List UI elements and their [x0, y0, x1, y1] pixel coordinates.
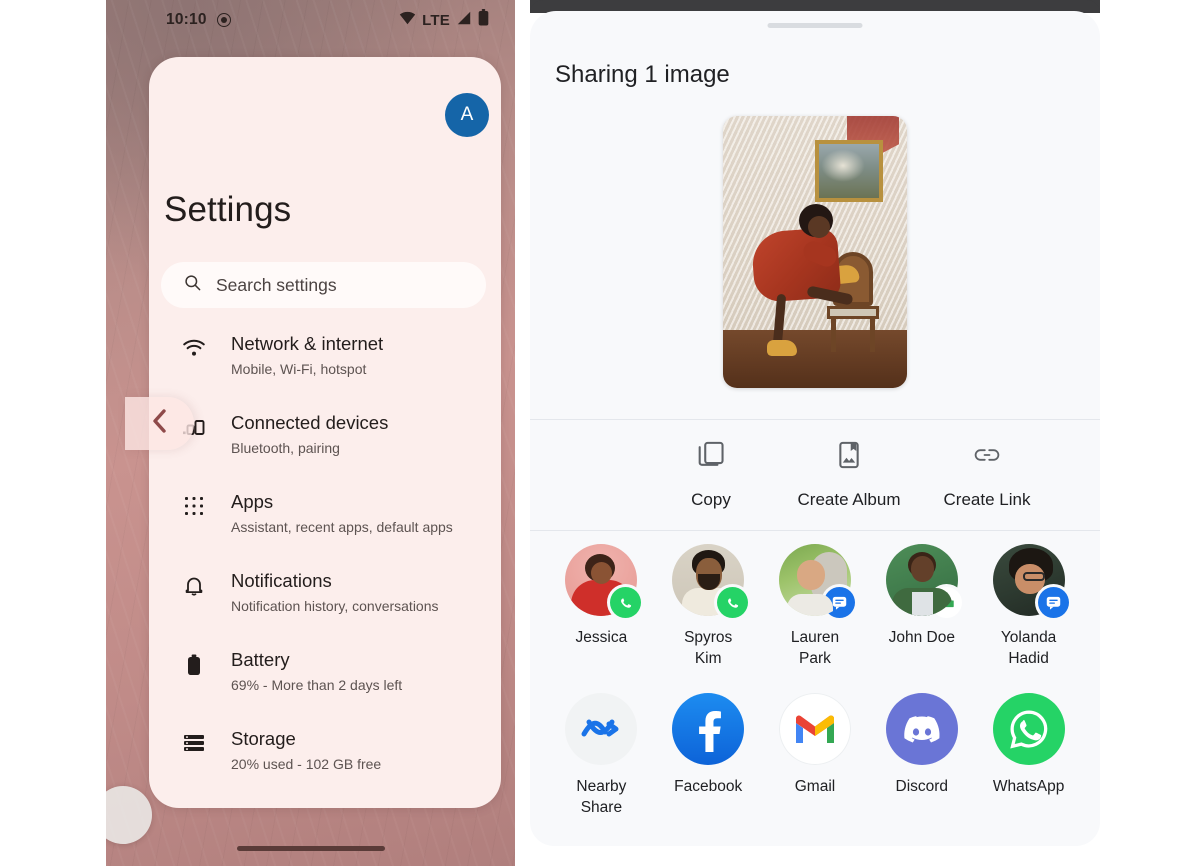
divider-bottom	[530, 530, 1100, 531]
sidebar-item-title: Connected devices	[231, 412, 389, 433]
copy-button[interactable]: Copy	[642, 440, 780, 510]
search-icon	[183, 273, 202, 297]
shared-photo-preview[interactable]	[723, 116, 907, 388]
gmail-icon	[778, 693, 851, 765]
sidebar-item-title: Battery	[231, 649, 290, 670]
status-bar: 10:10 LTE	[106, 0, 515, 40]
screenshot-root: 10:10 LTE A Settings Search settings Net…	[0, 0, 1200, 866]
avatar	[778, 544, 855, 618]
share-targets: Jessica Spyros Kim Lauren Park John Doe …	[530, 544, 1100, 818]
sidebar-item-title: Notifications	[231, 570, 332, 591]
status-time: 10:10	[166, 11, 207, 28]
signal-bars-icon	[456, 11, 472, 30]
bell-icon	[181, 567, 207, 597]
sidebar-item-subtitle: 20% used - 102 GB free	[231, 756, 382, 772]
nearby-share-icon	[565, 693, 638, 765]
whatsapp-badge-icon	[717, 587, 749, 618]
sidebar-item-title: Storage	[231, 728, 296, 749]
contacts-row: Jessica Spyros Kim Lauren Park John Doe …	[530, 544, 1100, 669]
action-label: Create Link	[943, 490, 1031, 509]
photo-painting	[815, 140, 883, 202]
network-type-label: LTE	[422, 11, 450, 29]
record-dot-icon	[216, 13, 231, 27]
sidebar-item-title: Apps	[231, 491, 274, 512]
share-target-nearby-share[interactable]: Nearby Share	[548, 693, 655, 818]
sidebar-item-apps[interactable]: Apps Assistant, recent apps, default app…	[106, 488, 515, 567]
page-title: Settings	[164, 190, 292, 229]
avatar	[885, 544, 962, 618]
share-sheet: Sharing 1 image Copy Create Album Create…	[530, 11, 1100, 846]
share-target-label: Jessica	[575, 629, 628, 646]
avatar[interactable]: A	[445, 93, 489, 137]
apps-grid-icon	[181, 488, 207, 516]
share-target-discord[interactable]: Discord	[868, 693, 975, 818]
discord-icon	[885, 693, 958, 765]
share-target-label: Gmail	[794, 778, 836, 795]
quick-actions-row: Copy Create Album Create Link	[530, 420, 1100, 530]
avatar	[565, 544, 642, 618]
share-target-label: WhatsApp	[992, 778, 1065, 795]
home-gesture-bar[interactable]	[236, 846, 385, 851]
search-input[interactable]: Search settings	[161, 262, 486, 308]
share-sheet-phone-panel: Sharing 1 image Copy Create Album Create…	[530, 0, 1100, 866]
link-icon	[972, 440, 1002, 475]
drag-handle[interactable]	[767, 23, 863, 28]
sheet-title: Sharing 1 image	[555, 61, 730, 88]
wifi-icon	[399, 11, 416, 30]
messages-badge-icon	[1037, 587, 1069, 618]
whatsapp-icon	[992, 693, 1065, 765]
sidebar-item-subtitle: Assistant, recent apps, default apps	[231, 519, 453, 535]
battery-icon	[181, 646, 207, 676]
sidebar-item-storage[interactable]: Storage 20% used - 102 GB free	[106, 725, 515, 804]
storage-icon	[181, 725, 207, 753]
share-target-gmail[interactable]: Gmail	[762, 693, 869, 818]
apps-row: Nearby Share Facebook Gmail Discord What…	[530, 693, 1100, 818]
back-button[interactable]	[125, 397, 194, 450]
copy-icon	[696, 440, 726, 475]
chevron-left-icon	[150, 407, 169, 440]
search-placeholder: Search settings	[216, 274, 337, 295]
sidebar-item-subtitle: 69% - More than 2 days left	[231, 677, 403, 693]
share-target-label: Discord	[895, 778, 949, 795]
sidebar-item-battery[interactable]: Battery 69% - More than 2 days left	[106, 646, 515, 725]
whatsapp-badge-icon	[610, 587, 642, 618]
avatar	[672, 544, 749, 618]
share-target-spyros-kim[interactable]: Spyros Kim	[655, 544, 762, 669]
share-target-john-doe[interactable]: John Doe	[868, 544, 975, 669]
share-target-lauren-park[interactable]: Lauren Park	[762, 544, 869, 669]
action-label: Copy	[691, 490, 731, 509]
share-target-label: John Doe	[888, 629, 955, 646]
sidebar-item-subtitle: Notification history, conversations	[231, 598, 439, 614]
create-link-button[interactable]: Create Link	[918, 440, 1056, 510]
share-target-label: Nearby Share	[576, 778, 627, 816]
sidebar-item-title: Network & internet	[231, 333, 384, 354]
share-target-label: Yolanda Hadid	[1000, 629, 1057, 667]
share-target-yolanda-hadid[interactable]: Yolanda Hadid	[975, 544, 1082, 669]
create-album-button[interactable]: Create Album	[780, 440, 918, 510]
share-target-whatsapp[interactable]: WhatsApp	[975, 693, 1082, 818]
avatar-initial: A	[460, 104, 474, 125]
sidebar-item-notifications[interactable]: Notifications Notification history, conv…	[106, 567, 515, 646]
share-target-label: Lauren Park	[790, 629, 840, 667]
avatar	[992, 544, 1069, 618]
battery-full-icon	[478, 9, 489, 31]
share-target-label: Facebook	[674, 778, 743, 795]
sidebar-item-subtitle: Bluetooth, pairing	[231, 440, 340, 456]
sidebar-item-subtitle: Mobile, Wi-Fi, hotspot	[231, 361, 367, 377]
album-icon	[834, 440, 864, 475]
share-target-label: Spyros Kim	[684, 629, 733, 667]
action-label: Create Album	[797, 490, 901, 509]
photo-person	[750, 204, 854, 356]
settings-phone-panel: 10:10 LTE A Settings Search settings Net…	[106, 0, 515, 866]
wifi-icon	[181, 330, 207, 358]
facebook-icon	[672, 693, 745, 765]
share-target-facebook[interactable]: Facebook	[655, 693, 762, 818]
share-target-jessica[interactable]: Jessica	[548, 544, 655, 669]
